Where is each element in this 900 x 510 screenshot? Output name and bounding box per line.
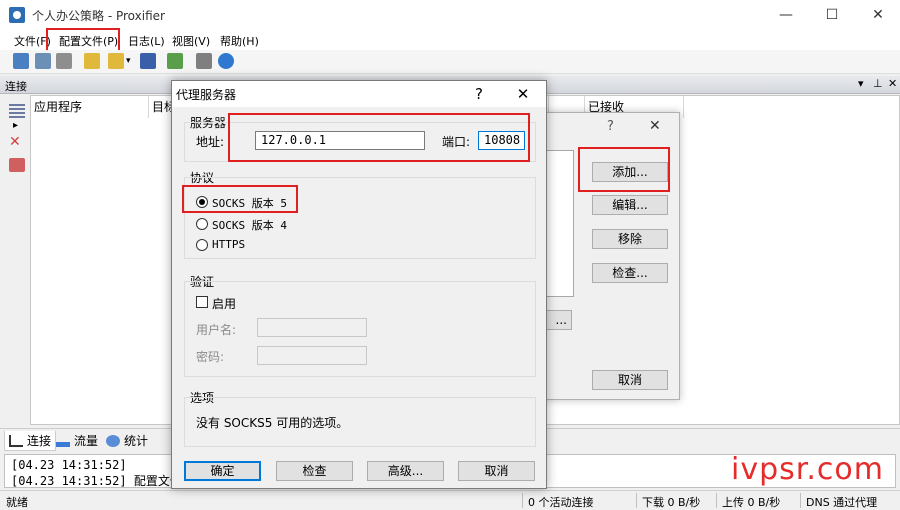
tab-statistics-label: 统计 [124,434,149,448]
panel-pin-icon[interactable]: ⊥ [873,77,883,90]
arrow-right-icon[interactable]: ▸ [13,120,18,131]
options-text: 没有 SOCKS5 可用的选项。 [196,416,349,430]
list-view-icon[interactable] [9,104,25,118]
dialog-help-icon[interactable]: ? [468,85,490,103]
menu-view[interactable]: 视图(V) [172,33,210,49]
enable-auth-label[interactable]: 启用 [212,295,236,312]
status-dns: DNS 通过代理 [806,496,878,509]
chevron-down-icon[interactable]: ▾ [126,56,131,66]
status-divider [636,493,637,508]
statistics-icon [106,435,120,447]
profile-dropdown-icon[interactable] [108,53,124,69]
highlight-add-button [578,147,670,192]
log-line: [04.23 14:31:52] [11,458,127,472]
socks4-radio[interactable] [196,218,208,230]
column-header-application[interactable]: 应用程序 [31,96,149,118]
https-radio[interactable] [196,239,208,251]
menu-log[interactable]: 日志(L) [128,33,165,49]
traffic-icon [56,435,70,447]
export-icon[interactable] [167,53,183,69]
bg-cancel-button[interactable]: 取消 [592,370,668,390]
open-profile-icon[interactable] [84,53,100,69]
address-label: 地址: [196,135,225,149]
username-label: 用户名: [196,323,237,337]
status-divider [716,493,717,508]
search-icon[interactable] [56,53,72,69]
dialog-cancel-button[interactable]: 取消 [458,461,535,481]
username-input [257,318,367,337]
close-connection-icon[interactable]: ✕ [9,134,21,150]
bg-help-icon[interactable]: ? [607,119,614,134]
tab-statistics[interactable]: 统计 [102,431,152,451]
tab-traffic-label: 流量 [74,434,99,448]
menu-bar: 文件(F) 配置文件(P) 日志(L) 视图(V) 帮助(H) [0,30,900,50]
bg-close-icon[interactable]: ✕ [649,118,661,134]
panel-close-icon[interactable]: ✕ [888,77,897,90]
dialog-check-button[interactable]: 检查 [276,461,353,481]
status-active-connections: 0 个活动连接 [528,496,594,509]
maximize-button[interactable]: ☐ [809,0,855,30]
socks4-label[interactable]: SOCKS 版本 4 [212,217,287,233]
status-upload: 上传 0 B/秒 [722,496,781,509]
status-divider [800,493,801,508]
menu-help[interactable]: 帮助(H) [220,33,259,49]
watermark: ivpsr.com [731,452,884,487]
minimize-button[interactable]: — [763,0,809,30]
highlight-socks5 [182,185,298,213]
rules-icon[interactable] [35,53,51,69]
save-icon[interactable] [140,53,156,69]
window-titlebar: 个人办公策略 - Proxifier — ☐ ✕ [0,0,900,30]
tab-connections[interactable]: 连接 [4,431,57,451]
panel-dropdown-icon[interactable]: ▾ [858,77,864,90]
status-ready: 就绪 [6,496,28,509]
check-button[interactable]: 检查... [592,263,668,283]
dialog-close-icon[interactable]: ✕ [512,85,534,103]
remove-icon[interactable] [9,158,25,172]
remove-button[interactable]: 移除 [592,229,668,249]
ok-button[interactable]: 确定 [184,461,261,481]
edit-button[interactable]: 编辑... [592,195,668,215]
status-bar: 就绪 0 个活动连接 下载 0 B/秒 上传 0 B/秒 DNS 通过代理 [0,490,900,509]
log-line: [04.23 14:31:52] 配置文件 [11,474,182,488]
password-input [257,346,367,365]
print-icon[interactable] [196,53,212,69]
enable-auth-checkbox[interactable] [196,296,208,308]
dialog-title: 代理服务器 [176,88,237,102]
status-divider [522,493,523,508]
highlight-server-fields [228,113,530,162]
panel-title: 连接 [5,80,27,93]
tab-traffic[interactable]: 流量 [52,431,102,451]
new-icon[interactable] [13,53,29,69]
close-button[interactable]: ✕ [855,0,900,30]
https-label[interactable]: HTTPS [212,238,245,251]
advanced-button[interactable]: 高级... [367,461,444,481]
status-download: 下载 0 B/秒 [642,496,701,509]
window-title: 个人办公策略 - Proxifier [32,9,165,23]
password-label: 密码: [196,350,225,364]
dialog-titlebar: 代理服务器 ? ✕ [172,81,546,107]
connections-icon [9,435,23,447]
toolbar: ▾ [0,50,900,74]
tab-connections-label: 连接 [27,434,52,448]
proxifier-app-icon [9,7,25,23]
help-icon[interactable] [218,53,234,69]
